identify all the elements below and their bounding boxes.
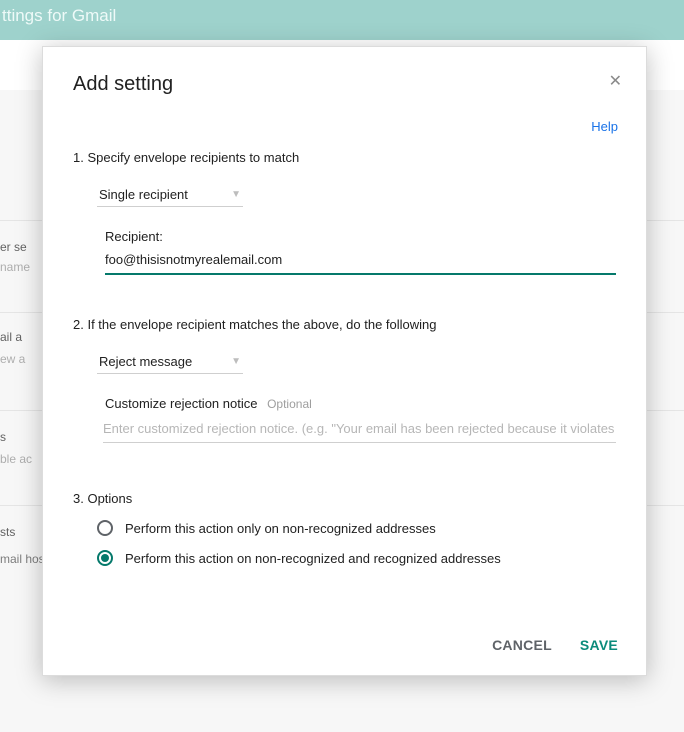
option-label: Perform this action on non-recognized an… <box>125 551 501 566</box>
bg-section-sublabel: ew a <box>0 352 25 366</box>
option-all-addresses[interactable]: Perform this action on non-recognized an… <box>97 550 616 566</box>
bg-section-label: ail a <box>0 330 22 344</box>
page-header: ttings for Gmail <box>0 0 684 40</box>
chevron-down-icon: ▼ <box>231 356 241 367</box>
step2-label: 2. If the envelope recipient matches the… <box>73 317 616 332</box>
optional-label: Optional <box>267 397 312 411</box>
option-non-recognized-only[interactable]: Perform this action only on non-recogniz… <box>97 520 616 536</box>
close-icon[interactable]: ✕ <box>609 71 622 91</box>
step3-label: 3. Options <box>73 491 616 506</box>
bg-section-label: er se <box>0 240 27 254</box>
recipient-type-select[interactable]: Single recipient ▼ <box>97 183 243 207</box>
save-button[interactable]: SAVE <box>580 637 618 653</box>
dialog-title: Add setting <box>73 73 616 96</box>
option-label: Perform this action only on non-recogniz… <box>125 521 436 536</box>
bg-section-sublabel: name <box>0 260 30 274</box>
rejection-notice-label: Customize rejection notice <box>105 396 257 411</box>
recipient-field-label: Recipient: <box>105 229 616 244</box>
page-header-title: ttings for Gmail <box>0 6 684 26</box>
help-link[interactable]: Help <box>591 119 618 134</box>
recipient-input[interactable] <box>105 248 616 275</box>
bg-section-label: sts <box>0 525 15 539</box>
cancel-button[interactable]: CANCEL <box>492 637 552 653</box>
bg-section-sublabel: ble ac <box>0 452 32 466</box>
recipient-type-value: Single recipient <box>99 187 188 202</box>
rejection-notice-input[interactable] <box>103 417 616 443</box>
radio-icon <box>97 550 113 566</box>
action-select[interactable]: Reject message ▼ <box>97 350 243 374</box>
step1-label: 1. Specify envelope recipients to match <box>73 150 616 165</box>
radio-icon <box>97 520 113 536</box>
bg-section-label: s <box>0 430 6 444</box>
add-setting-dialog: Add setting ✕ Help 1. Specify envelope r… <box>42 46 647 676</box>
action-select-value: Reject message <box>99 354 192 369</box>
chevron-down-icon: ▼ <box>231 189 241 200</box>
